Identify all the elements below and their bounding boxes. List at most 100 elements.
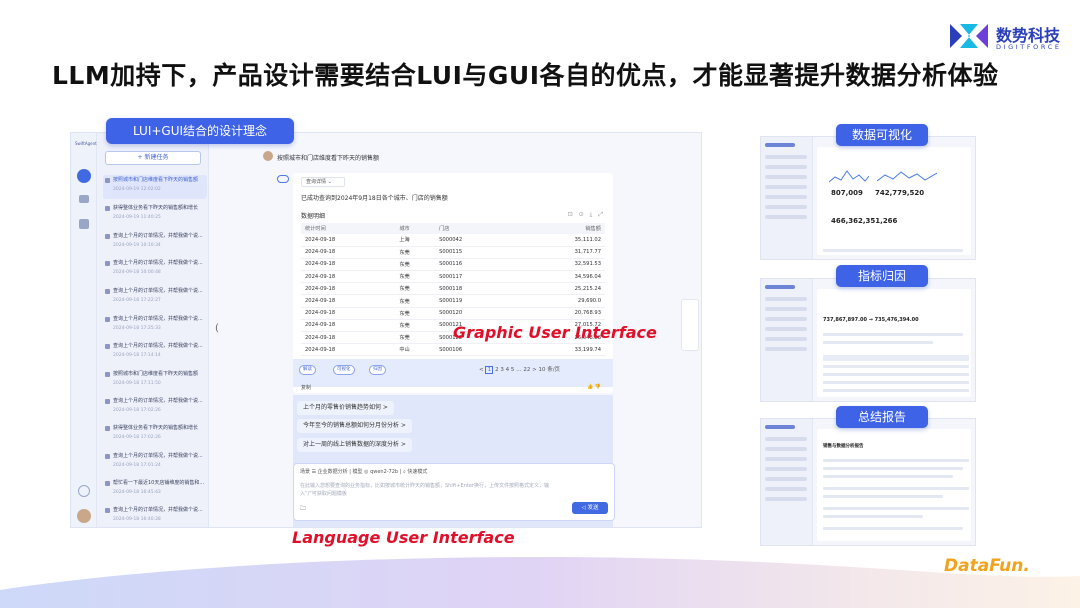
history-item[interactable]: 查询上个月的订单情况，并帮我做个说... 2024-09-18 17:14:14 [103,341,207,365]
design-concept-label: LUI+GUI结合的设计理念 [106,118,294,144]
history-item[interactable]: 按照城市和门店维度看下昨天的销售额 2024-09-18 17:11:50 [103,369,207,393]
panel-line [823,373,969,376]
table-cell: S000117 [435,270,510,284]
history-item[interactable]: 按照城市和门店维度看下昨天的销售额 2024-09-19 12:02:02 [103,175,207,199]
history-item[interactable]: 查询上个月的订单情况，并帮我做个说... 2024-09-18 17:02:26 [103,396,207,420]
pagination: < 1 2 3 4 5 … 22 > 10 条/页 [479,365,560,374]
attribution-label: 指标归因 [836,265,928,287]
collapse-sidebar-icon[interactable]: ( [215,323,219,334]
icon-rail: SwiftAgent [71,133,97,527]
suggestion-item[interactable]: 今年至今的销售总额如何分月份分析 > [297,419,412,433]
new-task-button[interactable]: + 新建任务 [105,151,201,165]
panel-line [765,467,807,471]
table-cell: S000118 [435,282,510,296]
panel-line [823,507,969,510]
panel-brand [765,425,795,429]
table-cell: 东莞 [395,319,436,333]
bot-icon [277,175,289,183]
side-toolbar[interactable] [681,299,699,351]
chat-bubble-icon [105,454,110,459]
panel-line [765,337,807,341]
page-list[interactable]: 2 3 4 5 … 22 > [495,367,537,373]
panel-line [823,527,963,530]
table-title: 数据明细 [301,213,326,220]
col-header[interactable]: 销售额 [509,223,605,234]
col-header[interactable]: 统计时间 [301,223,396,234]
history-item[interactable]: 查询上个月的订单情况，并帮我做个说... 2024-09-18 17:25:33 [103,314,207,338]
table-cell: 33,199.74 [509,343,605,357]
history-item[interactable]: 查询上个月的订单情况，并帮我做个说... 2024-09-18 16:40:28 [103,505,207,527]
panel-line [765,317,807,321]
attribution-panel: 737,867,897.00 → 735,476,394.00 [760,278,976,402]
panel-line [823,381,969,384]
attribution-button[interactable]: 归因 [369,365,386,375]
col-header[interactable]: 城市 [395,223,436,234]
avatar[interactable] [77,509,91,523]
attach-icon[interactable]: 🗀 [300,504,306,514]
answer-info: 已成功查询到2024年9月18日各个城市、门店的销售额 [301,195,448,202]
table-cell: 31,717.77 [509,246,605,259]
table-row: 2024-09-18 东莞 S000119 29,690.0 [301,294,605,308]
page-current[interactable]: 1 [485,366,494,374]
table-cell: 2024-09-18 [301,270,396,284]
send-button[interactable]: ◁ 发送 [572,502,608,514]
decorative-wave [0,557,1080,608]
slide-title: LLM加持下，产品设计需要结合LUI与GUI各自的优点，才能显著提升数据分析体验 [52,61,999,90]
visualize-button[interactable]: 可视化 [333,365,355,375]
history-item[interactable]: 帮忙看一下最近10天店铺维度的销售和... 2024-09-18 16:45:43 [103,478,207,502]
history-item[interactable]: 获得整体业务看下昨天的销售额和增长 2024-09-18 17:02:26 [103,423,207,447]
panel-line [765,497,807,501]
suggestion-item[interactable]: 上个月的零售价销售趋势如何 > [297,401,394,415]
table-cell: S000042 [435,234,510,247]
prev-page[interactable]: < [479,367,484,373]
table-row: 2024-09-18 东莞 S000117 34,596.04 [301,270,605,284]
history-item[interactable]: 查询上个月的订单情况，并帮我做个说... 2024-09-18 17:01:24 [103,451,207,475]
table-row: 2024-09-18 东莞 S000120 20,768.93 [301,307,605,320]
page-size-select[interactable]: 10 条/页 [538,367,560,373]
panel-line [765,165,807,169]
chat-bubble-icon [105,508,110,513]
detail-select[interactable]: 查询详情 ⌄ [301,177,345,187]
table-row: 2024-09-18 东莞 S000118 25,215.24 [301,282,605,296]
copy-button[interactable]: 复制 [301,384,311,391]
table-cell: 2024-09-18 [301,246,396,259]
table-row: 2024-09-18 中山 S000106 33,199.74 [301,343,605,357]
suggestion-item[interactable]: 对上一周的线上销售数据的深度分析 > [297,438,412,452]
chat-bubble-icon [105,206,110,211]
table-tools[interactable]: ⊡ ⊙ ⤓ ⤢ [568,211,605,219]
panel-sidebar [761,137,813,259]
panel-line [765,185,807,189]
chat-bubble-icon [105,289,110,294]
chat-bubble-icon [105,344,110,349]
table-cell: 东莞 [395,294,436,308]
col-header[interactable]: 门店 [435,223,510,234]
chat-input-box: 场景 ☰ 企业数据分析 | 模型 ◎ qwen2-72b | ⌕ 快速模式 在此… [293,463,615,521]
history-item[interactable]: 获得整体业务看下昨天的销售额和增长 2024-09-19 11:40:25 [103,203,207,227]
table-header: 统计时间 城市 门店 销售额 [301,223,605,234]
table-cell: 2024-09-18 [301,331,396,345]
panel-line [823,249,963,252]
viz-label: 数据可视化 [836,124,928,146]
table-cell: 东莞 [395,307,436,320]
interpret-button[interactable]: 解读 [299,365,316,375]
kpi-value: 742,779,520 [875,189,925,197]
logo-en: DIGITFORCE [996,43,1062,51]
panel-line [823,487,969,490]
chat-bubble-icon [105,481,110,486]
history-item[interactable]: 查询上个月的订单情况，并帮我做个说... 2024-09-18 10:00:48 [103,258,207,282]
history-sidebar: + 新建任务 按照城市和门店维度看下昨天的销售额 2024-09-19 12:02… [97,133,209,527]
doc-icon[interactable] [79,219,89,229]
panel-line [823,341,933,344]
feedback-icons[interactable]: 👍 👎 [587,384,601,390]
history-item[interactable]: 查询上个月的订单情况，并帮我做个说... 2024-09-19 10:10:34 [103,231,207,255]
history-item[interactable]: 查询上个月的订单情况，并帮我做个说... 2024-09-18 17:22:27 [103,286,207,310]
mail-icon[interactable] [79,195,89,203]
chat-input[interactable]: 在此输入您想要查询的业务指标，比如按城市统计昨天的销售额，Shift+Enter… [300,482,550,498]
report-label: 总结报告 [836,406,928,428]
settings-icon[interactable] [78,485,90,497]
user-question: 按照城市和门店维度看下昨天的销售额 [277,155,380,162]
input-toolbar[interactable]: 场景 ☰ 企业数据分析 | 模型 ◎ qwen2-72b | ⌕ 快速模式 [300,468,427,475]
table-cell: 东莞 [395,270,436,284]
chat-icon[interactable] [77,169,91,183]
chat-bubble-icon [105,372,110,377]
